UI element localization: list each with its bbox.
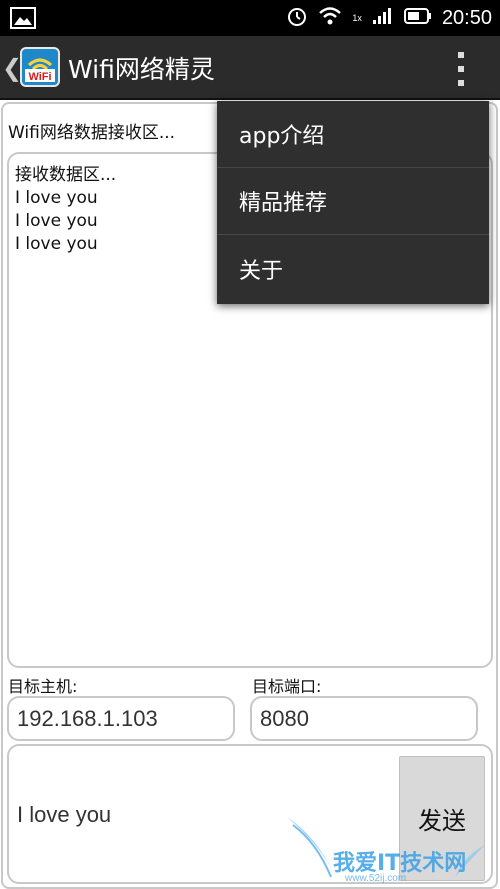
overflow-menu: app介绍 精品推荐 关于 — [217, 101, 489, 304]
target-host-input[interactable]: 192.168.1.103 — [7, 696, 235, 741]
logo-text: WiFi — [28, 71, 51, 83]
receive-section-label: Wifi网络数据接收区... — [8, 123, 176, 143]
overflow-menu-icon[interactable] — [448, 52, 474, 86]
battery-icon — [403, 8, 432, 28]
target-host-label: 目标主机: — [8, 677, 78, 696]
menu-item-app-intro[interactable]: app介绍 — [217, 101, 489, 168]
menu-item-about[interactable]: 关于 — [217, 235, 489, 302]
target-port-label: 目标端口: — [252, 677, 322, 696]
signal-icon — [372, 7, 394, 29]
status-icons: 1x 20:50 — [286, 0, 492, 36]
wifi-icon — [318, 6, 342, 30]
app-title: Wifi网络精灵 — [68, 55, 215, 84]
clock-time: 20:50 — [441, 6, 492, 29]
status-bar: 1x 20:50 — [0, 0, 500, 36]
image-icon — [10, 7, 36, 29]
menu-item-recommend[interactable]: 精品推荐 — [217, 168, 489, 235]
alarm-icon — [286, 5, 308, 31]
signal-label: 1x — [352, 13, 362, 23]
app-logo[interactable]: WiFi — [20, 47, 60, 87]
send-message-area: I love you 发送 — [7, 744, 493, 884]
target-port-input[interactable]: 8080 — [250, 696, 478, 741]
send-button[interactable]: 发送 — [399, 756, 485, 881]
action-bar: ❮ WiFi Wifi网络精灵 — [0, 36, 500, 100]
send-message-input[interactable]: I love you — [17, 802, 111, 828]
